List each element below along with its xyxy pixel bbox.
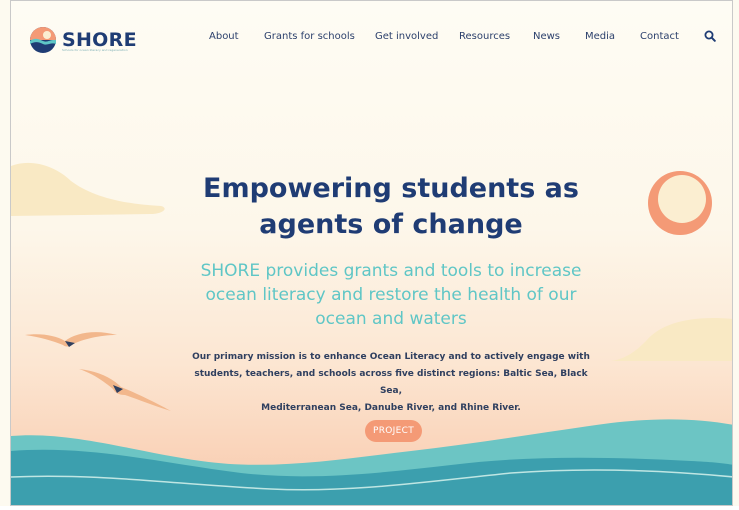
- sun-icon: [648, 171, 712, 235]
- hero-title: Empowering students as agents of change: [131, 171, 651, 243]
- nav-item-contact[interactable]: Contact: [640, 31, 679, 42]
- cloud-right-icon: [611, 318, 732, 361]
- nav-item-get-involved[interactable]: Get involved: [375, 31, 438, 42]
- hero-title-line: agents of change: [259, 209, 523, 240]
- main-nav: About Grants for schools Get involved Re…: [11, 31, 732, 45]
- seagull-icon: [79, 369, 171, 411]
- nav-item-media[interactable]: Media: [585, 31, 615, 42]
- hero-title-line: Empowering students as: [203, 173, 579, 204]
- hero-body-line: students, teachers, and schools across f…: [194, 369, 588, 396]
- hero-mission-text: Our primary mission is to enhance Ocean …: [191, 349, 591, 417]
- hero-body-line: Mediterranean Sea, Danube River, and Rhi…: [261, 403, 521, 413]
- hero-subtitle-line: ocean literacy and restore the health of…: [205, 285, 577, 305]
- page-bottom-edge: [0, 506, 739, 510]
- hero-subtitle-line: ocean and waters: [315, 309, 467, 329]
- search-icon[interactable]: [704, 30, 716, 42]
- hero-body-line: Our primary mission is to enhance Ocean …: [192, 352, 590, 362]
- hero-subtitle: SHORE provides grants and tools to incre…: [171, 259, 611, 331]
- logo-tagline: Schools for ocean literacy and regenerat…: [62, 48, 128, 52]
- nav-item-grants-for-schools[interactable]: Grants for schools: [264, 31, 355, 42]
- nav-item-resources[interactable]: Resources: [459, 31, 510, 42]
- hero-subtitle-line: SHORE provides grants and tools to incre…: [200, 261, 582, 281]
- seagull-icon: [25, 332, 117, 347]
- nav-item-about[interactable]: About: [209, 31, 239, 42]
- nav-item-news[interactable]: News: [533, 31, 560, 42]
- page-frame: SHORE Schools for ocean literacy and reg…: [10, 0, 733, 506]
- project-button[interactable]: PROJECT: [365, 420, 422, 442]
